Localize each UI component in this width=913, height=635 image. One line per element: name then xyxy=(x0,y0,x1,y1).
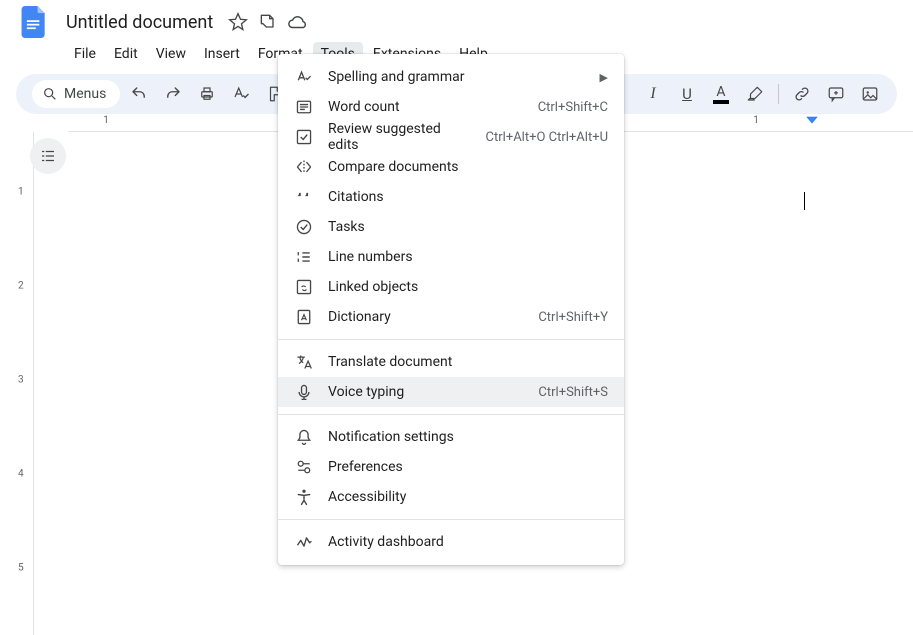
docs-logo[interactable] xyxy=(16,4,52,40)
translate-icon xyxy=(294,352,314,372)
menu-shortcut: Ctrl+Alt+O Ctrl+Alt+U xyxy=(486,130,608,145)
menu-item-label: Notification settings xyxy=(328,429,608,445)
menu-item-review-suggested-edits[interactable]: Review suggested edits Ctrl+Alt+O Ctrl+Al… xyxy=(278,122,624,152)
search-menus[interactable]: Menus xyxy=(32,80,120,108)
menu-item-label: Preferences xyxy=(328,459,608,475)
bell-icon xyxy=(294,427,314,447)
redo-button[interactable] xyxy=(158,79,188,109)
menu-item-translate-document[interactable]: Translate document xyxy=(278,347,624,377)
ruler-number: 2 xyxy=(18,281,24,292)
move-icon[interactable] xyxy=(257,11,279,33)
menu-item-accessibility[interactable]: Accessibility xyxy=(278,482,624,512)
menu-item-label: Word count xyxy=(328,99,524,115)
menu-item-label: Line numbers xyxy=(328,249,608,265)
submenu-arrow-icon: ▶ xyxy=(600,71,608,84)
menu-item-notification-settings[interactable]: Notification settings xyxy=(278,422,624,452)
highlight-button[interactable] xyxy=(740,79,770,109)
ruler-number: 3 xyxy=(18,375,24,386)
compare-icon xyxy=(294,157,314,177)
accessibility-icon xyxy=(294,487,314,507)
search-menus-label: Menus xyxy=(64,86,106,102)
menu-divider xyxy=(278,414,624,415)
voice-icon xyxy=(294,382,314,402)
menu-item-label: Spelling and grammar xyxy=(328,69,586,85)
menu-item-label: Review suggested edits xyxy=(328,121,472,153)
add-comment-button[interactable] xyxy=(821,79,851,109)
menu-shortcut: Ctrl+Shift+C xyxy=(538,100,608,115)
menu-insert[interactable]: Insert xyxy=(196,42,248,66)
outline-toggle[interactable] xyxy=(30,138,66,174)
menu-shortcut: Ctrl+Shift+Y xyxy=(538,310,608,325)
text-color-button[interactable]: A xyxy=(706,79,736,109)
citations-icon xyxy=(294,187,314,207)
menu-item-activity-dashboard[interactable]: Activity dashboard xyxy=(278,527,624,557)
search-icon xyxy=(42,86,58,102)
cloud-status-icon[interactable] xyxy=(287,11,309,33)
ruler-number: 1 xyxy=(753,115,759,126)
menu-item-label: Compare documents xyxy=(328,159,608,175)
menu-item-label: Citations xyxy=(328,189,608,205)
insert-image-button[interactable] xyxy=(855,79,885,109)
menu-item-dictionary[interactable]: Dictionary Ctrl+Shift+Y xyxy=(278,302,624,332)
review-icon xyxy=(294,127,314,147)
menu-item-label: Accessibility xyxy=(328,489,608,505)
print-button[interactable] xyxy=(192,79,222,109)
indent-marker[interactable] xyxy=(806,116,818,128)
insert-link-button[interactable] xyxy=(787,79,817,109)
star-icon[interactable] xyxy=(227,11,249,33)
document-title[interactable]: Untitled document xyxy=(60,10,219,35)
text-color-letter: A xyxy=(716,85,725,99)
tools-menu-dropdown: Spelling and grammar ▶ Word count Ctrl+Shif… xyxy=(278,54,624,565)
menu-item-label: Linked objects xyxy=(328,279,608,295)
ruler-number: 1 xyxy=(103,115,109,126)
text-cursor xyxy=(804,192,805,210)
spellcheck-button[interactable] xyxy=(226,79,256,109)
italic-button[interactable]: I xyxy=(638,79,668,109)
prefs-icon xyxy=(294,457,314,477)
linenum-icon xyxy=(294,247,314,267)
linked-icon xyxy=(294,277,314,297)
menu-item-compare-documents[interactable]: Compare documents xyxy=(278,152,624,182)
menu-item-preferences[interactable]: Preferences xyxy=(278,452,624,482)
ruler-number: 4 xyxy=(18,469,24,480)
underline-button[interactable]: U xyxy=(672,79,702,109)
menu-item-tasks[interactable]: Tasks xyxy=(278,212,624,242)
menu-item-label: Activity dashboard xyxy=(328,534,608,550)
menu-item-line-numbers[interactable]: Line numbers xyxy=(278,242,624,272)
menu-item-label: Voice typing xyxy=(328,384,524,400)
menu-item-label: Translate document xyxy=(328,354,608,370)
menu-view[interactable]: View xyxy=(148,42,194,66)
ruler-number: 5 xyxy=(18,563,24,574)
ruler-number: 1 xyxy=(18,187,24,198)
menu-item-citations[interactable]: Citations xyxy=(278,182,624,212)
menu-item-voice-typing[interactable]: Voice typing Ctrl+Shift+S xyxy=(278,377,624,407)
menu-file[interactable]: File xyxy=(66,42,104,66)
menu-item-label: Dictionary xyxy=(328,309,524,325)
menu-item-label: Tasks xyxy=(328,219,608,235)
menu-divider xyxy=(278,339,624,340)
activity-icon xyxy=(294,532,314,552)
menu-item-linked-objects[interactable]: Linked objects xyxy=(278,272,624,302)
spell-icon xyxy=(294,67,314,87)
dictionary-icon xyxy=(294,307,314,327)
menu-shortcut: Ctrl+Shift+S xyxy=(538,385,608,400)
vertical-ruler[interactable]: 1 2 3 4 5 xyxy=(0,132,34,635)
undo-button[interactable] xyxy=(124,79,154,109)
menu-divider xyxy=(278,519,624,520)
toolbar-separator xyxy=(778,84,779,104)
menu-edit[interactable]: Edit xyxy=(106,42,146,66)
menu-item-spelling-and-grammar[interactable]: Spelling and grammar ▶ xyxy=(278,62,624,92)
menu-item-word-count[interactable]: Word count Ctrl+Shift+C xyxy=(278,92,624,122)
tasks-icon xyxy=(294,217,314,237)
wordcount-icon xyxy=(294,97,314,117)
